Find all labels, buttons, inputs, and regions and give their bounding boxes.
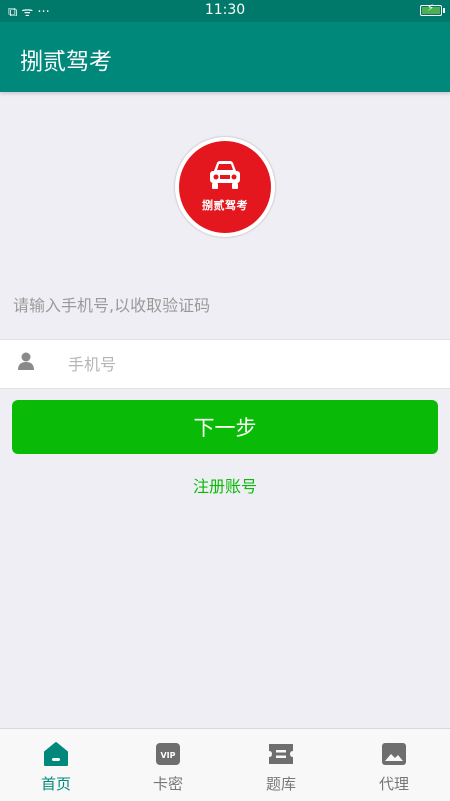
logo-text: 捌贰驾考: [202, 199, 248, 212]
bottom-tab-bar: 首页 VIP 卡密 题库 代理: [0, 728, 450, 801]
tab-home[interactable]: 首页: [0, 729, 112, 801]
image-icon: [382, 743, 406, 765]
register-link[interactable]: 注册账号: [0, 473, 450, 497]
vip-icon: VIP: [156, 743, 180, 765]
status-bar: ⧉ ᯤ ··· 11:30 ⚡: [0, 0, 450, 22]
app-logo: 捌贰驾考: [175, 137, 275, 237]
status-time: 11:30: [204, 2, 246, 18]
tab-question-bank[interactable]: 题库: [225, 729, 337, 801]
tab-question-bank-label: 题库: [265, 775, 296, 793]
tab-agent-label: 代理: [378, 775, 409, 793]
battery-icon: ⚡: [420, 3, 445, 16]
page-title: 捌贰驾考: [20, 49, 112, 75]
app-bar: 捌贰驾考: [0, 22, 450, 92]
home-icon: [44, 742, 68, 766]
tab-card-code-label: 卡密: [152, 775, 183, 793]
phone-input[interactable]: [66, 348, 430, 380]
car-icon: [210, 161, 240, 189]
logo-circle: 捌贰驾考: [179, 141, 271, 233]
tab-card-code[interactable]: VIP 卡密: [112, 729, 224, 801]
ticket-icon: [269, 744, 293, 764]
svg-text:VIP: VIP: [160, 751, 175, 760]
tab-agent[interactable]: 代理: [338, 729, 450, 801]
phone-hint: 请输入手机号,以收取验证码: [13, 296, 211, 315]
tab-home-label: 首页: [40, 775, 71, 793]
next-step-button[interactable]: 下一步: [12, 400, 438, 454]
phone-field-row: [0, 339, 450, 389]
user-icon: [18, 352, 34, 370]
